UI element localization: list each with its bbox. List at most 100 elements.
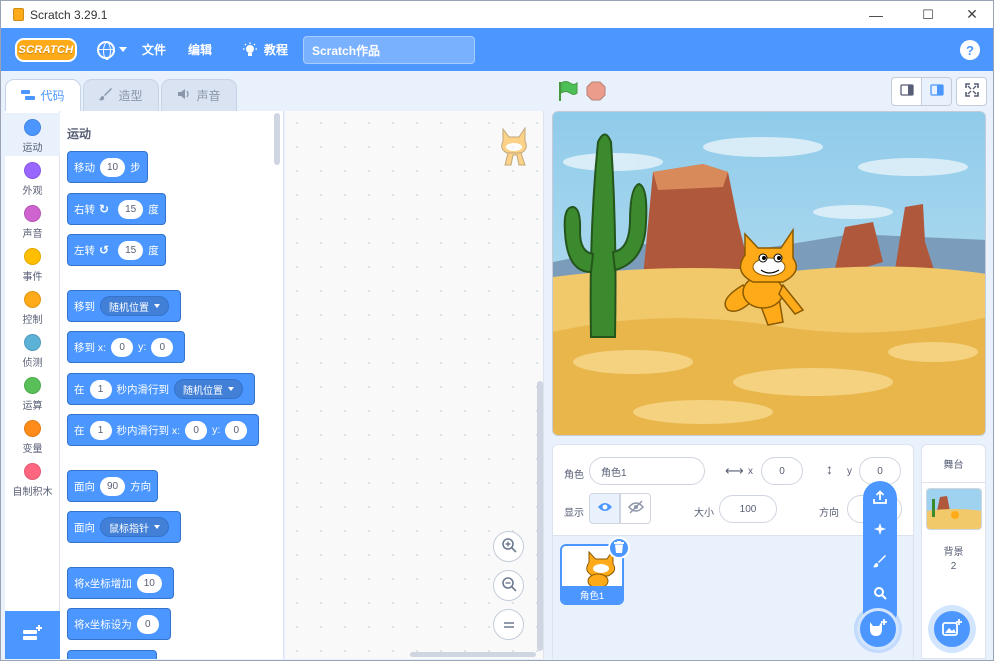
upload-sprite-button[interactable]	[863, 484, 897, 512]
zoom-reset-button[interactable]	[493, 609, 524, 640]
help-icon[interactable]: ?	[960, 40, 980, 60]
brush-icon	[873, 554, 887, 571]
surprise-sprite-button[interactable]	[863, 516, 897, 544]
block-point-towards[interactable]: 面向 鼠标指针	[67, 511, 181, 543]
minimize-button[interactable]: —	[853, 1, 899, 28]
sprite-name-input[interactable]: 角色1	[589, 457, 705, 485]
close-button[interactable]: ✕	[949, 1, 993, 28]
add-extension-button[interactable]	[5, 611, 60, 659]
category-motion[interactable]: 运动	[5, 113, 60, 156]
category-variables[interactable]: 变量	[5, 414, 60, 457]
stop-icon[interactable]	[586, 81, 606, 104]
category-menu: 运动 外观 声音 事件 控制 侦测 运算 变量 自制积木	[5, 111, 60, 611]
tab-sounds[interactable]: 声音	[161, 79, 237, 111]
fullscreen-button[interactable]	[956, 77, 987, 106]
category-events[interactable]: 事件	[5, 242, 60, 285]
block-input[interactable]: 0	[136, 614, 159, 634]
size-input[interactable]: 100	[719, 495, 777, 523]
scratch-logo[interactable]: SCRATCH	[15, 37, 77, 62]
code-icon	[21, 89, 36, 103]
category-operators[interactable]: 运算	[5, 371, 60, 414]
block-input[interactable]: 15	[118, 240, 144, 260]
script-area[interactable]	[285, 111, 544, 659]
y-arrows-icon: ↕	[826, 461, 833, 477]
block-move-steps[interactable]: 移动 10 步	[67, 151, 148, 183]
x-position-input[interactable]: 0	[761, 457, 803, 485]
sprite-list: 角色1	[553, 535, 913, 659]
category-dot	[24, 463, 41, 480]
category-dot	[24, 248, 41, 265]
tutorials-label: 教程	[264, 43, 289, 57]
block-dropdown[interactable]: 随机位置	[174, 379, 243, 399]
backdrops-count: 2	[950, 561, 957, 572]
file-menu[interactable]: 文件	[142, 41, 166, 58]
category-looks[interactable]: 外观	[5, 156, 60, 199]
block-input[interactable]: 0	[225, 420, 248, 440]
block-input[interactable]: 1	[89, 379, 112, 399]
block-partial[interactable]	[67, 650, 157, 659]
desert-backdrop	[553, 112, 985, 435]
hide-sprite-button[interactable]	[620, 493, 651, 524]
stage[interactable]	[552, 111, 986, 436]
delete-sprite-button[interactable]	[608, 537, 630, 559]
choose-sprite-button[interactable]	[863, 580, 897, 608]
block-text: 在	[74, 383, 85, 396]
block-input[interactable]: 0	[111, 337, 134, 357]
block-input[interactable]: 0	[185, 420, 208, 440]
block-turn-right[interactable]: 右转 ↻ 15 度	[67, 193, 166, 225]
tab-code[interactable]: 代码	[5, 79, 81, 111]
tab-costumes[interactable]: 造型	[83, 79, 159, 111]
globe-icon	[97, 40, 115, 60]
block-change-x[interactable]: 将x坐标增加 10	[67, 567, 174, 599]
title-bar: Scratch 3.29.1 — ☐ ✕	[1, 1, 993, 28]
category-sensing[interactable]: 侦测	[5, 328, 60, 371]
green-flag-icon[interactable]	[557, 80, 579, 105]
fullscreen-icon	[964, 83, 979, 100]
add-sprite-button[interactable]	[857, 608, 899, 650]
edit-menu[interactable]: 编辑	[188, 41, 212, 58]
block-text: 将x坐标增加	[74, 577, 132, 590]
block-dropdown[interactable]: 随机位置	[100, 296, 169, 316]
block-input[interactable]: 1	[89, 420, 112, 440]
language-menu[interactable]	[97, 40, 127, 60]
category-sound[interactable]: 声音	[5, 199, 60, 242]
maximize-button[interactable]: ☐	[905, 1, 951, 28]
add-backdrop-button[interactable]	[931, 608, 973, 650]
block-input[interactable]: 10	[100, 157, 126, 177]
lightbulb-icon	[242, 42, 258, 58]
paint-sprite-button[interactable]	[863, 548, 897, 576]
block-glide-to-xy[interactable]: 在 1 秒内滑行到 x: 0 y: 0	[67, 414, 260, 446]
block-glide-to[interactable]: 在 1 秒内滑行到 随机位置	[67, 373, 255, 405]
category-my-blocks[interactable]: 自制积木	[5, 457, 60, 500]
block-input[interactable]: 10	[136, 573, 162, 593]
tutorials-menu[interactable]: 教程	[242, 41, 288, 58]
block-turn-left[interactable]: 左转 ↺ 15 度	[67, 234, 166, 266]
category-dot	[24, 420, 41, 437]
menu-bar: SCRATCH 文件 编辑 教程 Scratch作品 ?	[1, 28, 993, 71]
palette-scrollbar[interactable]	[274, 113, 280, 165]
show-sprite-button[interactable]	[589, 493, 620, 524]
project-title-input[interactable]: Scratch作品	[303, 36, 475, 64]
normal-stage-button[interactable]	[921, 77, 952, 106]
block-go-to[interactable]: 移到 随机位置	[67, 290, 181, 322]
chevron-down-icon	[154, 525, 160, 529]
block-text: 秒内滑行到 x:	[116, 424, 181, 437]
block-set-x[interactable]: 将x坐标设为 0	[67, 608, 171, 640]
block-go-to-xy[interactable]: 移到 x: 0 y: 0	[67, 331, 186, 363]
tab-sounds-label: 声音	[196, 89, 221, 103]
x-label: x	[748, 466, 753, 477]
dropdown-value: 随机位置	[183, 385, 223, 397]
zoom-out-button[interactable]	[493, 570, 524, 601]
category-control[interactable]: 控制	[5, 285, 60, 328]
small-stage-button[interactable]	[891, 77, 922, 106]
block-input[interactable]: 0	[151, 337, 174, 357]
block-point-in-direction[interactable]: 面向 90 方向	[67, 470, 159, 502]
trash-icon	[614, 540, 624, 556]
block-dropdown[interactable]: 鼠标指针	[100, 517, 169, 537]
block-input[interactable]: 15	[118, 199, 144, 219]
script-vertical-scrollbar[interactable]	[537, 381, 543, 651]
category-label: 侦测	[22, 358, 43, 369]
zoom-in-button[interactable]	[493, 531, 524, 562]
script-horizontal-scrollbar[interactable]	[410, 652, 536, 657]
block-input[interactable]: 90	[100, 476, 126, 496]
